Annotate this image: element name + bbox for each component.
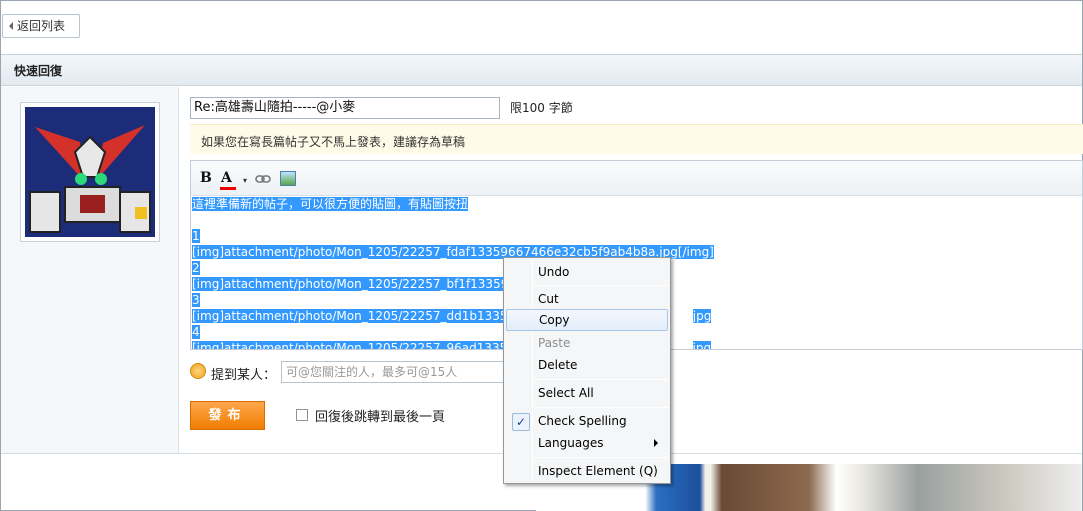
- publish-button[interactable]: 發布: [190, 401, 265, 430]
- jump-to-last-page-checkbox[interactable]: [296, 409, 308, 421]
- editor-toolbar: B A ▾: [191, 161, 1082, 196]
- menu-item-inspect-element[interactable]: Inspect Element (Q): [506, 460, 668, 482]
- quick-reply-title: 快速回復: [14, 64, 63, 78]
- menu-separator: [534, 285, 668, 286]
- menu-item-label: Paste: [538, 336, 571, 350]
- editor-line: 1: [192, 228, 1082, 244]
- editor-line-text: 4: [192, 325, 200, 339]
- menu-item-delete[interactable]: Delete: [506, 354, 668, 376]
- editor-line-tail: jpg: [692, 309, 712, 323]
- menu-item-languages[interactable]: Languages: [506, 432, 668, 454]
- font-color-icon: A: [221, 170, 232, 186]
- editor-line: 這裡準備新的帖子，可以很方便的貼圖，有貼圖按扭: [192, 196, 1082, 212]
- insert-image-icon[interactable]: [280, 171, 296, 186]
- menu-item-label: Check Spelling: [538, 414, 627, 428]
- editor-line-text: [img]attachment/photo/Mon_1205/22257_bf1…: [192, 277, 524, 291]
- robot-avatar-icon: [25, 107, 155, 237]
- avatar[interactable]: [25, 107, 155, 237]
- jump-to-last-page-label: 回復後跳轉到最後一頁: [315, 410, 446, 425]
- menu-item-label: Inspect Element (Q): [538, 464, 658, 478]
- triangle-left-icon: [9, 22, 13, 30]
- editor-line-text: [img]attachment/photo/Mon_1205/22257_dd1…: [192, 309, 523, 323]
- menu-item-label: Cut: [538, 292, 559, 306]
- menu-separator: [534, 379, 668, 380]
- font-color-button[interactable]: A: [220, 170, 236, 190]
- menu-item-label: Copy: [539, 313, 570, 327]
- subject-input[interactable]: Re:高雄壽山隨拍-----@小麥: [190, 97, 500, 119]
- link-icon[interactable]: [255, 172, 271, 183]
- author-column: [1, 87, 179, 453]
- draft-notice-text: 如果您在寫長篇帖子又不馬上發表，建議存為草稿: [201, 135, 466, 149]
- menu-item-label: Delete: [538, 358, 578, 372]
- menu-item-copy[interactable]: Copy: [506, 309, 668, 331]
- editor-line-text: 3: [192, 293, 200, 307]
- mention-input[interactable]: 可@您關注的人，最多可@15人: [281, 361, 511, 383]
- draft-notice: 如果您在寫長篇帖子又不馬上發表，建議存為草稿: [190, 124, 1083, 154]
- menu-item-cut[interactable]: Cut: [506, 288, 668, 310]
- submenu-arrow-icon: [654, 439, 658, 447]
- subject-limit-label: 限100 字節: [510, 101, 573, 115]
- bold-button[interactable]: B: [200, 170, 212, 187]
- back-to-list-button[interactable]: 返回列表: [2, 14, 80, 38]
- editor-line-text: 這裡準備新的帖子，可以很方便的貼圖，有貼圖按扭: [192, 197, 469, 211]
- menu-item-label: Undo: [538, 265, 570, 279]
- menu-item-check-spelling[interactable]: ✓ Check Spelling: [506, 410, 668, 432]
- quick-reply-header: 快速回復: [1, 54, 1082, 86]
- editor-line-text: 1: [192, 229, 200, 243]
- menu-separator: [534, 407, 668, 408]
- menu-item-paste[interactable]: Paste: [506, 332, 668, 354]
- font-color-dropdown-icon[interactable]: ▾: [243, 172, 247, 189]
- context-menu: Undo Cut Copy Paste Delete Select All ✓ …: [503, 257, 671, 484]
- mention-label: 提到某人：: [211, 368, 277, 383]
- mention-icon: [190, 363, 206, 379]
- back-to-list-label: 返回列表: [17, 19, 66, 33]
- avatar-frame: [20, 102, 160, 242]
- menu-item-undo[interactable]: Undo: [506, 261, 668, 283]
- menu-item-select-all[interactable]: Select All: [506, 382, 668, 404]
- editor-line-text: [img]attachment/photo/Mon_1205/22257_96a…: [192, 341, 523, 349]
- font-color-bar: [220, 187, 236, 190]
- editor-line-tail: jpg: [692, 341, 712, 349]
- menu-separator: [534, 457, 668, 458]
- menu-item-label: Select All: [538, 386, 594, 400]
- checkmark-icon: ✓: [512, 413, 530, 431]
- menu-item-label: Languages: [538, 436, 604, 450]
- editor-line-text: 2: [192, 261, 200, 275]
